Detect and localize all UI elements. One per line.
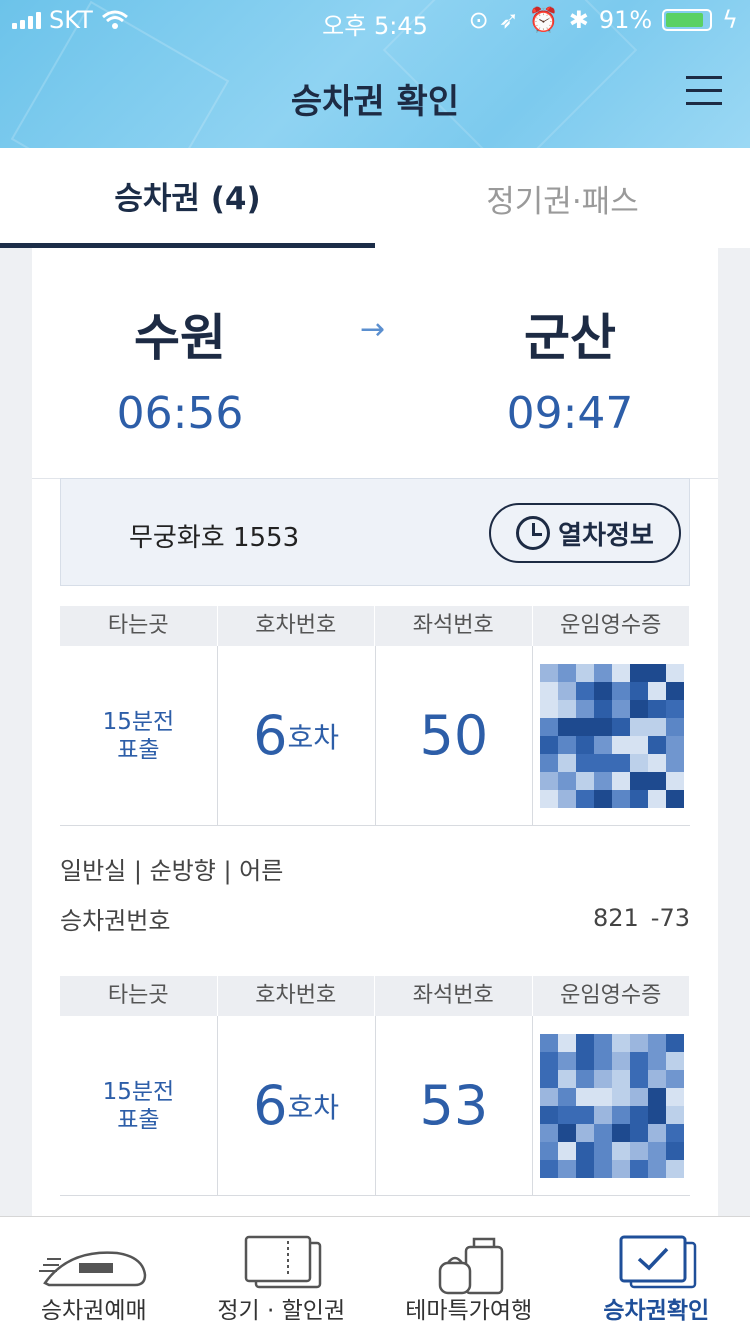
location-icon: ➶ [498,6,519,34]
nav-ticket-booking[interactable]: 승차권예매 [0,1217,188,1334]
ticket-check-icon [619,1235,697,1289]
seat-class-line: 일반실 | 순방향 | 어른 [60,856,284,885]
seat-number: 53 [419,1074,489,1137]
qr-code[interactable] [539,663,684,808]
nav-label: 정기 · 할인권 [217,1298,346,1324]
ticket-stack-icon [245,1235,322,1289]
arrow-right-icon: → [360,312,386,347]
departure: 수원 06:56 [80,298,280,439]
header-boarding: 타는곳 [60,976,218,1016]
car-unit: 호차 [287,720,340,754]
lock-rotation-icon: ⊙ [468,6,489,34]
tab-season-pass[interactable]: 정기권·패스 [375,148,750,248]
header-car: 호차번호 [218,976,375,1016]
seat-row: 15분전 표출 6 호차 50 [60,646,690,826]
tab-tickets[interactable]: 승차권 (4) [0,148,375,248]
luggage-icon [438,1237,503,1295]
status-bar: SKT 오후 5:45 ⊙ ➶ ⏰ ✱ 91% ϟ [0,0,750,40]
nav-theme-travel[interactable]: 테마특가여행 [375,1217,563,1334]
nav-label: 테마특가여행 [405,1298,533,1324]
ticket-details: 일반실 | 순방향 | 어른 승차권번호 821 -73 [60,843,690,943]
header-bar: SKT 오후 5:45 ⊙ ➶ ⏰ ✱ 91% ϟ 승차권 확인 [0,0,750,148]
ticket-number-value: 821 -73 [592,904,690,932]
bottom-nav: 승차권예매 정기 · 할인권 테마특가여행 승차권확인 [0,1216,750,1334]
charging-icon: ϟ [722,6,738,34]
nav-season-discount[interactable]: 정기 · 할인권 [188,1217,376,1334]
header-receipt: 운임영수증 [533,606,690,646]
menu-icon[interactable] [686,76,722,108]
train-info-button-label: 열차정보 [558,520,654,551]
nav-label: 승차권확인 [603,1298,710,1324]
seat-table: 타는곳 호차번호 좌석번호 운임영수증 15분전 표출 6 호차 50 [60,606,690,826]
car-number: 6 [253,704,288,767]
header-boarding: 타는곳 [60,606,218,646]
seat-table-header: 타는곳 호차번호 좌석번호 운임영수증 [60,606,690,646]
nav-ticket-check[interactable]: 승차권확인 [563,1217,750,1334]
train-info-box: 무궁화호 1553 열차정보 [60,478,690,586]
seat-table-header: 타는곳 호차번호 좌석번호 운임영수증 [60,976,690,1016]
header-seat: 좌석번호 [375,976,533,1016]
seat-table: 타는곳 호차번호 좌석번호 운임영수증 15분전 표출 6 호차 53 [60,976,690,1196]
battery-percent: 91% [598,6,653,34]
ticket-number-label: 승차권번호 [60,906,171,935]
seat-row: 15분전 표출 6 호차 53 [60,1016,690,1196]
page-title: 승차권 확인 [290,82,460,122]
boarding-platform: 15분전 표출 [102,708,175,763]
train-info-button[interactable]: 열차정보 [489,503,681,563]
alarm-icon: ⏰ [528,6,559,34]
bluetooth-icon: ✱ [568,6,589,34]
boarding-platform: 15분전 표출 [102,1078,175,1133]
car-unit: 호차 [287,1090,340,1124]
clock-icon [516,516,551,550]
arrival-time: 09:47 [506,388,634,439]
ticket-card: 수원 06:56 → 군산 09:47 무궁화호 1553 열차정보 타는곳 호… [32,248,718,1216]
nav-label: 승차권예매 [40,1298,147,1324]
arrival: 군산 09:47 [470,298,670,439]
route-section: 수원 06:56 → 군산 09:47 [32,248,718,478]
ktx-train-icon [38,1251,147,1287]
car-number: 6 [253,1074,288,1137]
departure-time: 06:56 [116,388,244,439]
seat-number: 50 [419,704,489,767]
arrival-station: 군산 [524,309,616,367]
qr-code[interactable] [539,1033,684,1178]
header-seat: 좌석번호 [375,606,533,646]
header-car: 호차번호 [218,606,375,646]
train-name: 무궁화호 1553 [129,523,300,553]
tab-bar: 승차권 (4) 정기권·패스 [0,148,750,248]
header-receipt: 운임영수증 [533,976,690,1016]
battery-icon [662,9,713,31]
departure-station: 수원 [134,309,226,367]
